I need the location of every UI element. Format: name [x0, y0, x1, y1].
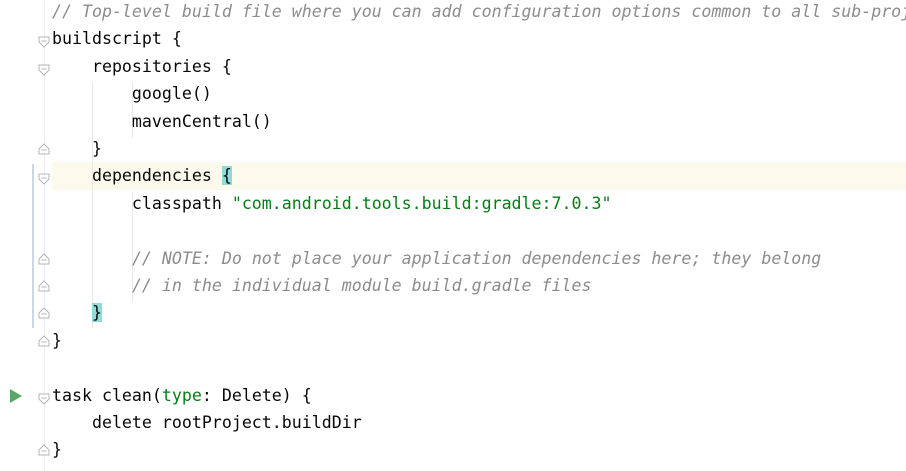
code-token: }: [52, 440, 62, 460]
code-token: classpath: [52, 193, 232, 213]
fold-expanded-icon[interactable]: [37, 392, 51, 406]
code-token: }: [52, 330, 62, 350]
fold-end-icon[interactable]: [37, 279, 51, 293]
code-text-area[interactable]: // Top-level build file where you can ad…: [52, 0, 906, 471]
code-line[interactable]: // Top-level build file where you can ad…: [52, 0, 906, 25]
code-line[interactable]: }: [52, 299, 102, 326]
code-line[interactable]: // in the individual module build.gradle…: [52, 272, 592, 299]
fold-end-icon[interactable]: [37, 142, 51, 156]
code-token: buildscript {: [52, 29, 182, 49]
matched-brace: {: [221, 166, 232, 186]
fold-expanded-icon[interactable]: [37, 35, 51, 49]
code-token: task clean(: [52, 385, 162, 405]
code-line[interactable]: delete rootProject.buildDir: [52, 409, 362, 436]
code-line[interactable]: mavenCentral(): [52, 108, 272, 135]
code-token: mavenCentral(): [52, 111, 272, 131]
fold-end-icon[interactable]: [37, 334, 51, 348]
code-comment: // in the individual module build.gradle…: [131, 276, 592, 295]
run-triangle-icon[interactable]: [9, 388, 23, 404]
fold-expanded-icon[interactable]: [37, 63, 51, 77]
code-token: : Delete) {: [201, 385, 312, 405]
code-line[interactable]: }: [52, 436, 62, 463]
code-line[interactable]: repositories {: [52, 53, 232, 80]
code-token: }: [52, 139, 102, 158]
code-editor[interactable]: // Top-level build file where you can ad…: [0, 0, 906, 471]
editor-gutter[interactable]: [0, 0, 52, 471]
named-argument: type: [161, 385, 202, 405]
code-comment: // Top-level build file where you can ad…: [52, 2, 906, 21]
code-token: dependencies: [52, 166, 222, 186]
code-line[interactable]: classpath "com.android.tools.build:gradl…: [52, 190, 612, 217]
code-string: "com.android.tools.build:gradle:7.0.3": [231, 193, 612, 213]
code-comment: // NOTE: Do not place your application d…: [131, 248, 822, 268]
code-line[interactable]: task clean(type: Delete) {: [52, 382, 312, 409]
code-line[interactable]: buildscript {: [52, 25, 182, 52]
fold-end-icon[interactable]: [37, 306, 51, 320]
code-token: google(): [52, 84, 212, 104]
code-token: delete rootProject.buildDir: [52, 413, 362, 432]
code-line[interactable]: google(): [52, 80, 212, 107]
fold-end-icon[interactable]: [37, 252, 51, 266]
code-line[interactable]: dependencies {: [52, 162, 232, 189]
code-line[interactable]: }: [52, 135, 102, 162]
code-line[interactable]: // NOTE: Do not place your application d…: [52, 245, 821, 272]
fold-expanded-icon[interactable]: [37, 172, 51, 186]
fold-end-icon[interactable]: [37, 443, 51, 457]
matched-brace: }: [91, 303, 102, 323]
vcs-change-marker[interactable]: [32, 164, 34, 328]
code-line[interactable]: }: [52, 327, 62, 354]
code-token: repositories {: [52, 56, 232, 76]
